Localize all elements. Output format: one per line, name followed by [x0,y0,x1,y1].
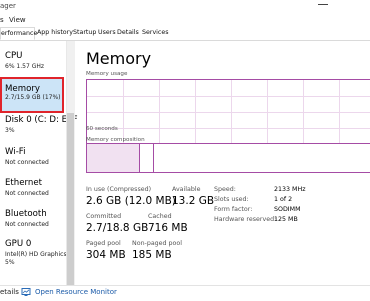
tab-details[interactable]: Details [117,29,139,36]
seconds-label: 60 seconds [86,126,118,132]
sidebar-item-wifi[interactable]: Wi-Fi Not connected [0,143,62,173]
memory-composition-bar [86,143,370,173]
sidebar-item-gpu[interactable]: GPU 0 Intel(R) HD Graphics 5% [0,237,67,271]
memory-usage-label: Memory usage [86,71,128,77]
sidebar-item-ethernet[interactable]: Ethernet Not connected [0,175,62,205]
window-title: ager [0,2,16,10]
tab-services[interactable]: Services [142,29,169,36]
sidebar-item-sub: 3% [5,127,15,134]
open-resource-monitor-link[interactable]: Open Resource Monitor [35,288,117,296]
page-title: Memory [86,49,152,68]
sidebar-item-sub: Not connected [5,221,49,228]
hardware-reserved-label: Hardware reserved: [214,216,277,223]
sidebar-item-disk[interactable]: Disk 0 (C: D: E: F 3% [0,113,78,143]
sidebar-item-sub: Not connected [5,190,49,197]
available-label: Available [172,186,201,193]
sidebar-item-label: Wi-Fi [5,147,26,157]
resource-monitor-icon [21,288,31,296]
cached-value: 716 MB [148,222,188,234]
menu-item-options[interactable]: s [0,16,4,24]
slots-value: 1 of 2 [274,196,293,203]
non-paged-pool-label: Non-paged pool [132,240,183,247]
cached-label: Cached [148,213,172,220]
sidebar-item-cpu[interactable]: CPU 6% 1.57 GHz [0,47,62,77]
fewer-details-button[interactable]: etails [0,288,19,296]
sidebar-item-sub: 2.7/15.9 GB (17%) [5,94,61,101]
tab-bar: erformance App history Startup Users Det… [0,27,370,41]
speed-value: 2133 MHz [274,186,306,193]
memory-panel: Memory Memory usage 60 seconds Memory co… [74,41,370,285]
resource-sidebar: CPU 6% 1.57 GHz Memory 2.7/15.9 GB (17%)… [0,41,78,285]
non-paged-pool-value: 185 MB [132,249,172,261]
composition-in-use [87,144,140,172]
sidebar-scroll-thumb[interactable] [67,113,74,285]
tab-users[interactable]: Users [98,29,116,36]
menu-bar: s View [0,14,370,27]
sidebar-item-memory[interactable]: Memory 2.7/15.9 GB (17%) [0,77,64,113]
committed-label: Committed [86,213,122,220]
sidebar-item-sub2: 5% [5,259,15,266]
sidebar-item-bluetooth[interactable]: Bluetooth Not connected [0,206,62,236]
form-factor-label: Form factor: [214,206,253,213]
title-bar: ager [0,0,370,14]
in-use-value: 2.6 GB (12.0 MB) [86,195,176,207]
composition-modified [139,144,154,172]
sidebar-item-label: CPU [5,51,23,61]
sidebar-item-sub: Not connected [5,159,49,166]
in-use-label: In use (Compressed) [86,186,152,193]
sidebar-item-sub: 6% 1.57 GHz [5,63,45,70]
menu-item-view[interactable]: View [9,16,26,24]
committed-value: 2.7/18.8 GB [86,222,149,234]
tab-app-history[interactable]: App history [37,29,73,36]
minimize-icon[interactable] [318,4,328,5]
sidebar-item-label: Memory [5,84,40,94]
hardware-reserved-value: 125 MB [274,216,298,223]
sidebar-item-label: GPU 0 [5,239,32,249]
paged-pool-value: 304 MB [86,249,126,261]
tab-startup[interactable]: Startup [73,29,96,36]
speed-label: Speed: [214,186,236,193]
slots-label: Slots used: [214,196,249,203]
sidebar-item-label: Ethernet [5,178,43,188]
sidebar-item-label: Bluetooth [5,209,47,219]
paged-pool-label: Paged pool [86,240,121,247]
available-value: 13.2 GB [172,195,215,207]
form-factor-value: SODIMM [274,206,301,213]
footer-bar: etails Open Resource Monitor [0,285,370,301]
sidebar-item-sub: Intel(R) HD Graphics [5,251,67,258]
tab-performance[interactable]: erformance [0,27,37,40]
